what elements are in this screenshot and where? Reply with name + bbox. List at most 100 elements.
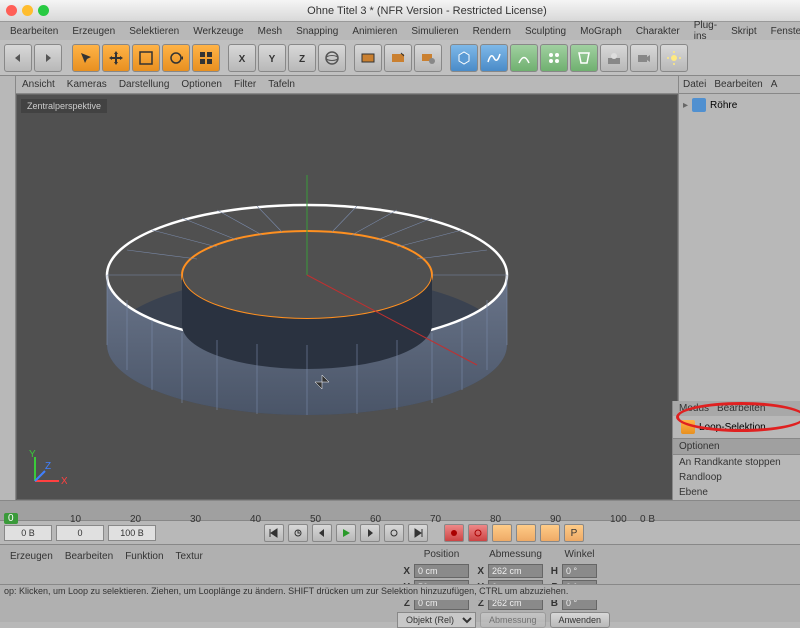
y-axis-button[interactable]: Y <box>258 44 286 72</box>
prev-frame-button[interactable] <box>312 524 332 542</box>
viewmenu-kameras[interactable]: Kameras <box>67 79 107 90</box>
next-key-button[interactable] <box>384 524 404 542</box>
bottomtab-bearbeiten[interactable]: Bearbeiten <box>65 551 113 562</box>
play-button[interactable] <box>336 524 356 542</box>
option-randkante[interactable]: An Randkante stoppen <box>673 455 800 470</box>
timeline-current[interactable]: 0 <box>4 513 18 524</box>
dimension-button[interactable]: Abmessung <box>480 612 546 628</box>
redo-button[interactable] <box>34 44 62 72</box>
render-region-button[interactable] <box>384 44 412 72</box>
viewmenu-filter[interactable]: Filter <box>234 79 256 90</box>
light-button[interactable] <box>660 44 688 72</box>
goto-end-button[interactable] <box>408 524 428 542</box>
viewport-label: Zentralperspektive <box>21 99 107 113</box>
viewport[interactable]: Zentralperspektive Y <box>16 94 678 500</box>
menu-rendern[interactable]: Rendern <box>467 25 517 38</box>
menu-mesh[interactable]: Mesh <box>252 25 288 38</box>
time-start-field[interactable] <box>4 525 52 541</box>
dim-x-field[interactable] <box>488 564 543 578</box>
undo-button[interactable] <box>4 44 32 72</box>
array-button[interactable] <box>540 44 568 72</box>
tool-name: Loop-Selektion <box>699 422 766 433</box>
time-end-field[interactable] <box>108 525 156 541</box>
world-button[interactable] <box>318 44 346 72</box>
svg-text:X: X <box>239 54 246 65</box>
menu-fenster[interactable]: Fenster <box>765 25 800 38</box>
menu-erzeugen[interactable]: Erzeugen <box>66 25 121 38</box>
bottomtab-erzeugen[interactable]: Erzeugen <box>10 551 53 562</box>
ang-h-field[interactable] <box>562 564 597 578</box>
time-cur-field[interactable] <box>56 525 104 541</box>
prev-key-button[interactable] <box>288 524 308 542</box>
render-settings-button[interactable] <box>414 44 442 72</box>
attr-tab-modus[interactable]: Modus <box>679 403 709 414</box>
camera-button[interactable] <box>630 44 658 72</box>
apply-button[interactable]: Anwenden <box>550 612 611 628</box>
menu-selektieren[interactable]: Selektieren <box>123 25 185 38</box>
attribute-manager: Modus Bearbeiten Loop-Selektion Optionen… <box>672 401 800 500</box>
rotate-tool[interactable] <box>162 44 190 72</box>
window-title: Ohne Titel 3 * (NFR Version - Restricted… <box>60 5 794 17</box>
move-tool[interactable] <box>102 44 130 72</box>
expand-icon[interactable]: ▸ <box>683 100 688 111</box>
scale-tool[interactable] <box>132 44 160 72</box>
left-toolbar <box>0 76 16 500</box>
attr-tab-bearbeiten[interactable]: Bearbeiten <box>717 403 765 414</box>
playback-controls: P <box>0 520 800 544</box>
options-header: Optionen <box>673 438 800 455</box>
minimize-icon[interactable] <box>22 5 33 16</box>
key-rot-button[interactable] <box>540 524 560 542</box>
menu-animieren[interactable]: Animieren <box>346 25 403 38</box>
option-randloop[interactable]: Randloop <box>673 470 800 485</box>
spline-primitive[interactable] <box>480 44 508 72</box>
viewmenu-optionen[interactable]: Optionen <box>181 79 222 90</box>
zoom-icon[interactable] <box>38 5 49 16</box>
menu-skript[interactable]: Skript <box>725 25 763 38</box>
goto-start-button[interactable] <box>264 524 284 542</box>
nurbs-button[interactable] <box>510 44 538 72</box>
close-icon[interactable] <box>6 5 17 16</box>
key-scale-button[interactable] <box>516 524 536 542</box>
viewmenu-darstellung[interactable]: Darstellung <box>119 79 170 90</box>
menu-sculpting[interactable]: Sculpting <box>519 25 572 38</box>
timeline[interactable]: 0 10 20 30 40 50 60 70 80 90 100 0 B <box>0 500 800 520</box>
om-tab-bearbeiten[interactable]: Bearbeiten <box>714 79 762 90</box>
x-axis-button[interactable]: X <box>228 44 256 72</box>
cube-primitive[interactable] <box>450 44 478 72</box>
render-button[interactable] <box>354 44 382 72</box>
loop-selection-tool[interactable]: Loop-Selektion <box>673 416 800 438</box>
pos-x-field[interactable] <box>414 564 469 578</box>
key-param-button[interactable]: P <box>564 524 584 542</box>
environment-button[interactable] <box>600 44 628 72</box>
tube-object[interactable] <box>97 145 517 425</box>
next-frame-button[interactable] <box>360 524 380 542</box>
deformer-button[interactable] <box>570 44 598 72</box>
viewmenu-tafeln[interactable]: Tafeln <box>268 79 295 90</box>
menu-simulieren[interactable]: Simulieren <box>405 25 464 38</box>
select-tool[interactable] <box>72 44 100 72</box>
menu-mograph[interactable]: MoGraph <box>574 25 628 38</box>
object-row[interactable]: ▸ Röhre <box>679 94 800 116</box>
z-axis-button[interactable]: Z <box>288 44 316 72</box>
viewport-menu: Ansicht Kameras Darstellung Optionen Fil… <box>16 76 678 94</box>
coord-mode-dropdown[interactable]: Objekt (Rel) <box>397 612 476 628</box>
svg-text:P: P <box>571 528 578 538</box>
bottomtab-funktion[interactable]: Funktion <box>125 551 163 562</box>
om-tab-a[interactable]: A <box>771 79 778 90</box>
record-button[interactable] <box>444 524 464 542</box>
menu-snapping[interactable]: Snapping <box>290 25 344 38</box>
om-tab-datei[interactable]: Datei <box>683 79 706 90</box>
object-name[interactable]: Röhre <box>710 100 737 111</box>
bottomtab-textur[interactable]: Textur <box>176 551 203 562</box>
autokey-button[interactable] <box>468 524 488 542</box>
menu-werkzeuge[interactable]: Werkzeuge <box>187 25 249 38</box>
menu-plugins[interactable]: Plug-ins <box>688 19 723 43</box>
svg-text:Y: Y <box>269 54 276 65</box>
menu-charakter[interactable]: Charakter <box>630 25 686 38</box>
key-pos-button[interactable] <box>492 524 512 542</box>
svg-text:Z: Z <box>299 54 305 65</box>
menu-bearbeiten[interactable]: Bearbeiten <box>4 25 64 38</box>
viewmenu-ansicht[interactable]: Ansicht <box>22 79 55 90</box>
option-ebene[interactable]: Ebene <box>673 485 800 500</box>
grid-tool[interactable] <box>192 44 220 72</box>
